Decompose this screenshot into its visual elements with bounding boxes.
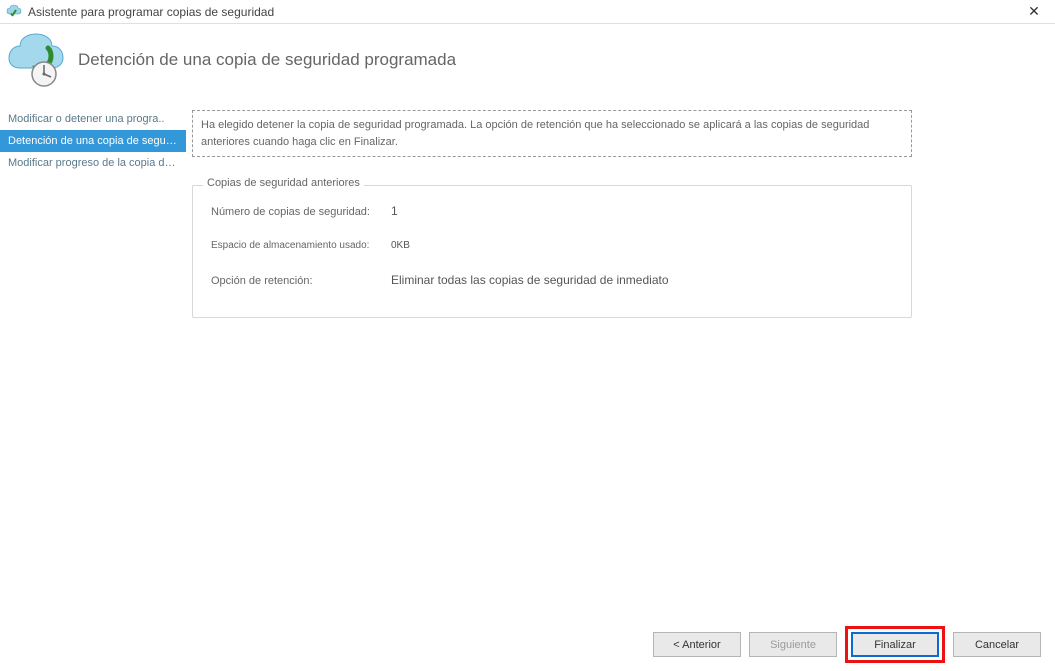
row-storage-used: Espacio de almacenamiento usado: 0KB xyxy=(211,240,893,251)
finish-button[interactable]: Finalizar xyxy=(851,632,939,657)
wizard-content: Ha elegido detener la copia de seguridad… xyxy=(186,104,1055,619)
label-storage-used: Espacio de almacenamiento usado: xyxy=(211,240,391,251)
next-button[interactable]: Siguiente xyxy=(749,632,837,657)
previous-button[interactable]: < Anterior xyxy=(653,632,741,657)
value-storage-used: 0KB xyxy=(391,240,410,251)
group-legend: Copias de seguridad anteriores xyxy=(203,177,364,189)
value-retention: Eliminar todas las copias de seguridad d… xyxy=(391,273,669,287)
info-message: Ha elegido detener la copia de seguridad… xyxy=(192,110,912,157)
cancel-button[interactable]: Cancelar xyxy=(953,632,1041,657)
wizard-sidebar: Modificar o detener una progra.. Detenci… xyxy=(0,104,186,619)
window-title: Asistente para programar copias de segur… xyxy=(28,5,1019,19)
sidebar-step-progress[interactable]: Modificar progreso de la copia de seguri… xyxy=(0,152,186,174)
titlebar: Asistente para programar copias de segur… xyxy=(0,0,1055,24)
app-icon xyxy=(6,4,22,20)
previous-backups-group: Copias de seguridad anteriores Número de… xyxy=(192,185,912,318)
row-backup-count: Número de copias de seguridad: 1 xyxy=(211,204,893,218)
sidebar-step-stop-backup[interactable]: Detención de una copia de seguridad prog… xyxy=(0,130,186,152)
wizard-header: Detención de una copia de seguridad prog… xyxy=(0,24,1055,104)
row-retention-option: Opción de retención: Eliminar todas las … xyxy=(211,273,893,287)
sidebar-step-modify[interactable]: Modificar o detener una progra.. xyxy=(0,108,186,130)
header-icon xyxy=(8,32,64,88)
page-title: Detención de una copia de seguridad prog… xyxy=(78,50,456,70)
wizard-footer: < Anterior Siguiente Finalizar Cancelar xyxy=(653,626,1041,663)
value-backup-count: 1 xyxy=(391,204,398,218)
finish-highlight: Finalizar xyxy=(845,626,945,663)
label-retention: Opción de retención: xyxy=(211,275,391,287)
close-button[interactable]: ✕ xyxy=(1019,2,1049,22)
label-backup-count: Número de copias de seguridad: xyxy=(211,206,391,218)
